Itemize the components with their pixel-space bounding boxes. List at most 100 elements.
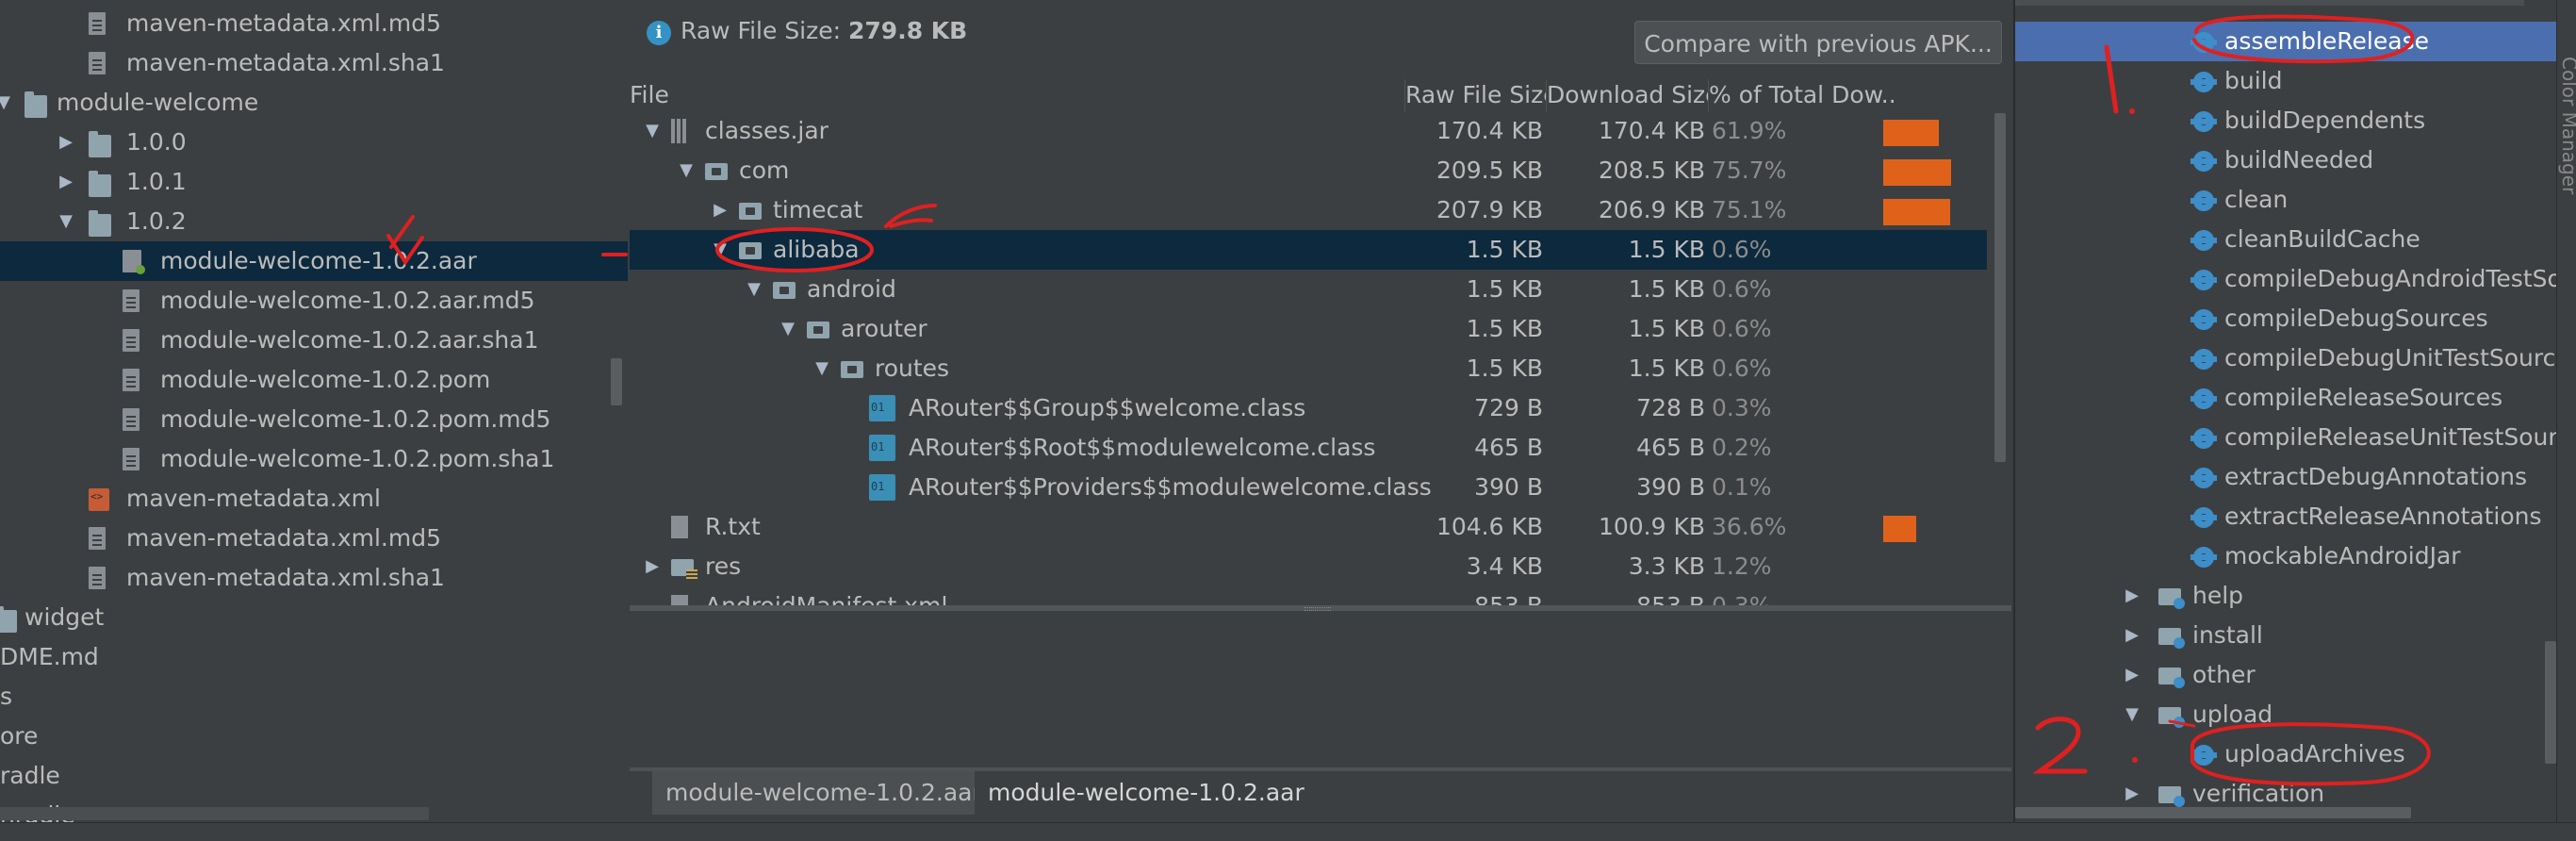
tree-item[interactable]: s (0, 677, 628, 717)
resource-folder-icon (671, 559, 697, 579)
table-row[interactable]: ▼ arouter 1.5 KB 1.5 KB 0.6% (630, 309, 1987, 349)
expand-arrow-down-icon[interactable]: ▼ (743, 270, 765, 309)
gradle-task-group[interactable]: ▶ help (2015, 576, 2557, 616)
gradle-task-group[interactable]: ▼ upload (2015, 695, 2557, 734)
expand-arrow-down-icon[interactable]: ▼ (811, 349, 833, 388)
gradle-task-item[interactable]: mockableAndroidJar (2015, 536, 2557, 576)
expand-arrow-right-icon[interactable]: ▶ (2121, 655, 2143, 695)
table-row[interactable]: ARouter$$Providers$$modulewelcome.class 3… (630, 468, 1987, 507)
table-vertical-scrollbar[interactable] (1994, 113, 2006, 462)
gradle-horizontal-scrollbar[interactable] (2015, 807, 2411, 818)
gradle-task-item[interactable]: assembleRelease (2015, 22, 2557, 61)
expand-arrow-down-icon[interactable]: ▼ (709, 230, 731, 270)
task-group-folder-icon (2158, 786, 2185, 807)
gradle-vertical-scrollbar[interactable] (2545, 641, 2556, 764)
table-row[interactable]: R.txt 104.6 KB 100.9 KB 36.6% (630, 507, 1987, 547)
tab-aar-2[interactable]: module-welcome-1.0.2.aar (975, 771, 1318, 815)
gradle-task-item[interactable]: buildDependents (2015, 101, 2557, 140)
gradle-task-item[interactable]: compileReleaseUnitTestSource (2015, 418, 2576, 457)
tree-item[interactable]: module-welcome-1.0.2.pom.sha1 (0, 439, 628, 479)
row-raw-size: 729 B (1474, 394, 1543, 421)
text-file-icon (671, 516, 688, 538)
tree-item[interactable]: maven-metadata.xml.sha1 (0, 43, 628, 83)
gradle-task-item[interactable]: compileDebugUnitTestSources (2015, 338, 2576, 378)
column-header-file[interactable]: File (630, 79, 1405, 111)
tree-item[interactable]: ▶ 1.0.1 (0, 162, 628, 202)
column-header-download-size[interactable]: Download Size (1547, 79, 1709, 111)
tree-item[interactable]: ▶ 1.0.0 (0, 123, 628, 162)
folder-icon (89, 210, 111, 237)
apk-analyzer-panel: i Raw File Size: 279.8 KB Compare with p… (630, 0, 2011, 840)
expand-arrow-down-icon[interactable]: ▼ (675, 151, 697, 190)
tree-item[interactable]: module-welcome-1.0.2.pom (0, 360, 628, 400)
gradle-item-label: assembleRelease (2224, 27, 2429, 55)
table-row[interactable]: ▼ android 1.5 KB 1.5 KB 0.6% (630, 270, 1987, 309)
tree-item[interactable]: ▼ 1.0.2 (0, 202, 628, 241)
row-download-size: 1.5 KB (1628, 275, 1705, 303)
table-row[interactable]: AndroidManifest.xml 853 B853 B 0.3% (630, 586, 1987, 605)
tree-item[interactable]: ▼ module-welcome (0, 83, 628, 123)
row-raw-size: 465 B (1474, 434, 1543, 461)
table-row[interactable]: ▼ alibaba 1.5 KB 1.5 KB 0.6% (630, 230, 1987, 270)
tree-item[interactable]: module-welcome-1.0.2.aar.sha1 (0, 321, 628, 360)
table-row[interactable]: ▶ timecat 207.9 KB 206.9 KB 75.1% (630, 190, 1987, 230)
tree-item[interactable]: maven-metadata.xml.md5 (0, 4, 628, 43)
file-icon (89, 12, 106, 35)
gradle-task-group[interactable]: ▶ install (2015, 616, 2557, 655)
tree-item[interactable]: maven-metadata.xml.sha1 (0, 558, 628, 598)
task-group-folder-icon (2158, 628, 2185, 649)
table-row[interactable]: ▼ routes 1.5 KB 1.5 KB 0.6% (630, 349, 1987, 388)
expand-arrow-down-icon[interactable]: ▼ (777, 309, 799, 349)
gradle-tasks-panel: assembleRelease build buildDependents build… (2013, 0, 2576, 840)
row-file-name: timecat (773, 196, 863, 223)
table-row[interactable]: ARouter$$Root$$modulewelcome.class 465 B 4… (630, 428, 1987, 468)
expand-arrow-right-icon[interactable]: ▶ (55, 123, 77, 162)
table-row[interactable]: ▶ res 3.4 KB 3.3 KB 1.2% (630, 547, 1987, 586)
expand-arrow-down-icon[interactable]: ▼ (55, 202, 77, 241)
gradle-task-item[interactable]: uploadArchives (2015, 734, 2557, 774)
tree-item[interactable]: module-welcome-1.0.2.pom.md5 (0, 400, 628, 439)
tree-item[interactable]: widget (0, 598, 628, 637)
table-row[interactable]: ▼ classes.jar 170.4 KB 170.4 KB 61.9% (630, 111, 1987, 151)
gradle-task-item[interactable]: extractReleaseAnnotations (2015, 497, 2557, 536)
file-icon (123, 448, 139, 470)
gear-icon (2190, 230, 2217, 251)
expand-arrow-down-icon[interactable]: ▼ (2121, 695, 2143, 734)
tree-item[interactable]: ore (0, 717, 628, 756)
tree-item[interactable]: module-welcome-1.0.2.aar.md5 (0, 281, 628, 321)
tree-item[interactable]: maven-metadata.xml.md5 (0, 519, 628, 558)
gradle-task-item[interactable]: extractDebugAnnotations (2015, 457, 2557, 497)
row-file-name: ARouter$$Group$$welcome.class (909, 394, 1306, 421)
project-tree-scrollbar[interactable] (611, 358, 622, 405)
tree-item[interactable]: radle (0, 756, 628, 796)
row-percent: 0.3% (1712, 586, 1772, 605)
expand-arrow-right-icon[interactable]: ▶ (709, 190, 731, 230)
gradle-task-item[interactable]: build (2015, 61, 2557, 101)
gradle-task-group[interactable]: ▶ other (2015, 655, 2557, 695)
column-header-raw-size[interactable]: Raw File Size (1405, 79, 1547, 111)
expand-arrow-right-icon[interactable]: ▶ (2121, 576, 2143, 616)
gradle-task-item[interactable]: compileDebugSources (2015, 299, 2557, 338)
expand-arrow-right-icon[interactable]: ▶ (2121, 616, 2143, 655)
tree-item[interactable]: DME.md (0, 637, 628, 677)
expand-arrow-down-icon[interactable]: ▼ (0, 83, 15, 123)
file-icon (123, 289, 139, 312)
expand-arrow-right-icon[interactable]: ▶ (641, 547, 664, 586)
color-manager-tool-button[interactable]: Color Manager (2558, 57, 2576, 194)
tree-item[interactable]: module-welcome-1.0.2.aar (0, 241, 628, 281)
project-tree-horizontal-scrollbar[interactable] (0, 807, 429, 820)
gradle-task-item[interactable]: clean (2015, 180, 2557, 220)
expand-arrow-right-icon[interactable]: ▶ (55, 162, 77, 202)
compare-previous-apk-button[interactable]: Compare with previous APK... (1634, 21, 2002, 64)
tree-item[interactable]: maven-metadata.xml (0, 479, 628, 519)
gradle-task-item[interactable]: compileReleaseSources (2015, 378, 2557, 418)
gradle-task-item[interactable]: compileDebugAndroidTestSour (2015, 259, 2576, 299)
gradle-item-label: clean (2224, 186, 2289, 213)
tab-aar-1[interactable]: module-welcome-1.0.2.aar (652, 771, 995, 815)
gradle-task-item[interactable]: cleanBuildCache (2015, 220, 2557, 259)
table-row[interactable]: ▼ com 209.5 KB 208.5 KB 75.7% (630, 151, 1987, 190)
expand-arrow-down-icon[interactable]: ▼ (641, 111, 664, 151)
gradle-task-item[interactable]: buildNeeded (2015, 140, 2557, 180)
table-row[interactable]: ARouter$$Group$$welcome.class 729 B 728 B 0… (630, 388, 1987, 428)
column-header-percent-total[interactable]: % of Total Dow... (1709, 79, 1897, 111)
